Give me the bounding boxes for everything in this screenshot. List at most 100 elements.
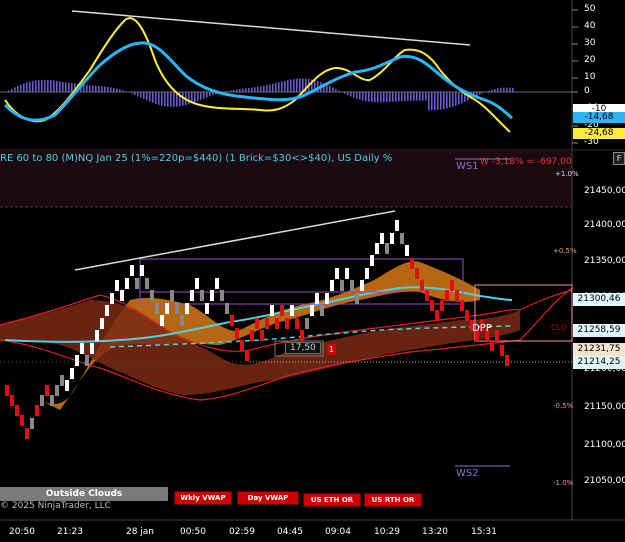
ws2-label: WS2 bbox=[456, 468, 479, 479]
osc-histogram-bar bbox=[398, 92, 400, 102]
osc-histogram-bar bbox=[500, 87, 502, 92]
osc-histogram-bar bbox=[86, 84, 88, 92]
renko-brick bbox=[265, 318, 269, 329]
renko-brick bbox=[465, 310, 469, 321]
time-tick-label: 02:59 bbox=[229, 527, 255, 537]
osc-histogram-bar bbox=[512, 87, 514, 92]
osc-histogram-bar bbox=[257, 86, 259, 92]
osc-histogram-bar bbox=[23, 83, 25, 92]
renko-brick bbox=[100, 318, 104, 329]
osc-histogram-bar bbox=[83, 84, 85, 92]
osc-histogram-bar bbox=[431, 92, 433, 111]
osc-histogram-bar bbox=[233, 89, 235, 92]
osc-histogram-bar bbox=[152, 92, 154, 103]
renko-brick bbox=[110, 293, 114, 304]
renko-brick bbox=[60, 375, 64, 386]
osc-histogram-bar bbox=[47, 79, 49, 92]
osc-histogram-bar bbox=[263, 85, 265, 92]
osc-histogram-bar bbox=[230, 90, 232, 92]
renko-brick bbox=[170, 290, 174, 301]
osc-tick-label: 50 bbox=[584, 4, 596, 14]
osc-histogram-bar bbox=[290, 79, 292, 92]
osc-histogram-bar bbox=[392, 92, 394, 102]
renko-brick bbox=[205, 303, 209, 314]
window-icon[interactable]: F bbox=[613, 152, 625, 165]
time-tick-label: 13:20 bbox=[422, 527, 448, 537]
renko-brick bbox=[500, 345, 504, 356]
osc-histogram-bar bbox=[368, 92, 370, 102]
osc-histogram-bar bbox=[14, 87, 16, 92]
osc-histogram-bar bbox=[101, 86, 103, 92]
osc-histogram-bar bbox=[239, 89, 241, 92]
renko-brick bbox=[240, 340, 244, 351]
osc-histogram-bar bbox=[503, 87, 505, 92]
day-vwap-button[interactable]: Day VWAP bbox=[237, 491, 299, 505]
chart-title: RE 60 to 80 (M)NQ Jan 25 (1%=220p=$440) … bbox=[0, 153, 392, 164]
osc-histogram-bar bbox=[143, 92, 145, 99]
renko-brick bbox=[125, 278, 129, 289]
osc-histogram-bar bbox=[287, 80, 289, 92]
osc-histogram-bar bbox=[137, 92, 139, 97]
renko-brick bbox=[370, 255, 374, 266]
us-eth-or-button[interactable]: US ETH OR bbox=[303, 493, 361, 507]
osc-histogram-bar bbox=[53, 80, 55, 92]
renko-brick bbox=[160, 315, 164, 326]
renko-brick bbox=[425, 290, 429, 301]
osc-histogram-bar bbox=[344, 92, 346, 94]
osc-histogram-bar bbox=[269, 84, 271, 92]
ws1-label: WS1 bbox=[456, 161, 479, 172]
renko-brick bbox=[290, 305, 294, 316]
osc-histogram-bar bbox=[377, 92, 379, 103]
osc-tick-label: 30 bbox=[584, 38, 596, 48]
outside-clouds-button[interactable]: Outside Clouds bbox=[0, 487, 168, 501]
renko-brick bbox=[70, 368, 74, 379]
renko-brick bbox=[135, 278, 139, 289]
renko-brick bbox=[330, 280, 334, 291]
time-tick-label: 10:29 bbox=[374, 527, 400, 537]
osc-histogram-bar bbox=[455, 92, 457, 106]
osc-histogram-bar bbox=[413, 92, 415, 101]
renko-brick bbox=[285, 318, 289, 329]
renko-brick bbox=[420, 280, 424, 291]
renko-brick bbox=[355, 293, 359, 304]
renko-brick bbox=[45, 385, 49, 396]
osc-histogram-bar bbox=[59, 81, 61, 92]
osc-histogram-bar bbox=[374, 92, 376, 103]
osc-histogram-bar bbox=[281, 81, 283, 92]
osc-histogram-bar bbox=[266, 85, 268, 92]
renko-brick bbox=[90, 343, 94, 354]
osc-histogram-bar bbox=[92, 85, 94, 92]
renko-brick bbox=[175, 303, 179, 314]
renko-brick bbox=[200, 290, 204, 301]
osc-tick-label: 0 bbox=[584, 86, 590, 96]
price-value-tag: 21231,75 bbox=[573, 343, 625, 356]
osc-histogram-bar bbox=[416, 92, 418, 101]
renko-brick bbox=[245, 350, 249, 361]
osc-histogram-bar bbox=[329, 85, 331, 92]
osc-histogram-bar bbox=[509, 87, 511, 92]
renko-brick bbox=[505, 355, 509, 366]
renko-brick bbox=[210, 290, 214, 301]
renko-brick bbox=[25, 428, 29, 439]
renko-brick bbox=[495, 330, 499, 341]
osc-histogram-bar bbox=[131, 92, 133, 94]
osc-histogram-bar bbox=[293, 79, 295, 92]
chart-canvas[interactable] bbox=[0, 0, 625, 542]
renko-brick bbox=[350, 280, 354, 291]
chart-title-text: RE 60 to 80 (M)NQ Jan 25 (1%=220p=$440) … bbox=[0, 153, 393, 164]
wkly-vwap-button[interactable]: Wkly VWAP bbox=[174, 491, 232, 505]
osc-histogram-bar bbox=[332, 87, 334, 92]
osc-histogram-bar bbox=[497, 88, 499, 92]
osc-histogram-bar bbox=[95, 85, 97, 92]
osc-histogram-bar bbox=[62, 81, 64, 92]
renko-brick bbox=[315, 293, 319, 304]
osc-tick-label: 20 bbox=[584, 55, 596, 65]
renko-brick bbox=[460, 300, 464, 311]
osc-histogram-bar bbox=[164, 92, 166, 107]
osc-histogram-bar bbox=[71, 83, 73, 92]
renko-brick bbox=[115, 280, 119, 291]
pct-label: +1.0% bbox=[555, 170, 579, 178]
renko-brick bbox=[340, 280, 344, 291]
osc-histogram-bar bbox=[284, 80, 286, 92]
us-rth-or-button[interactable]: US RTH OR bbox=[364, 493, 422, 507]
